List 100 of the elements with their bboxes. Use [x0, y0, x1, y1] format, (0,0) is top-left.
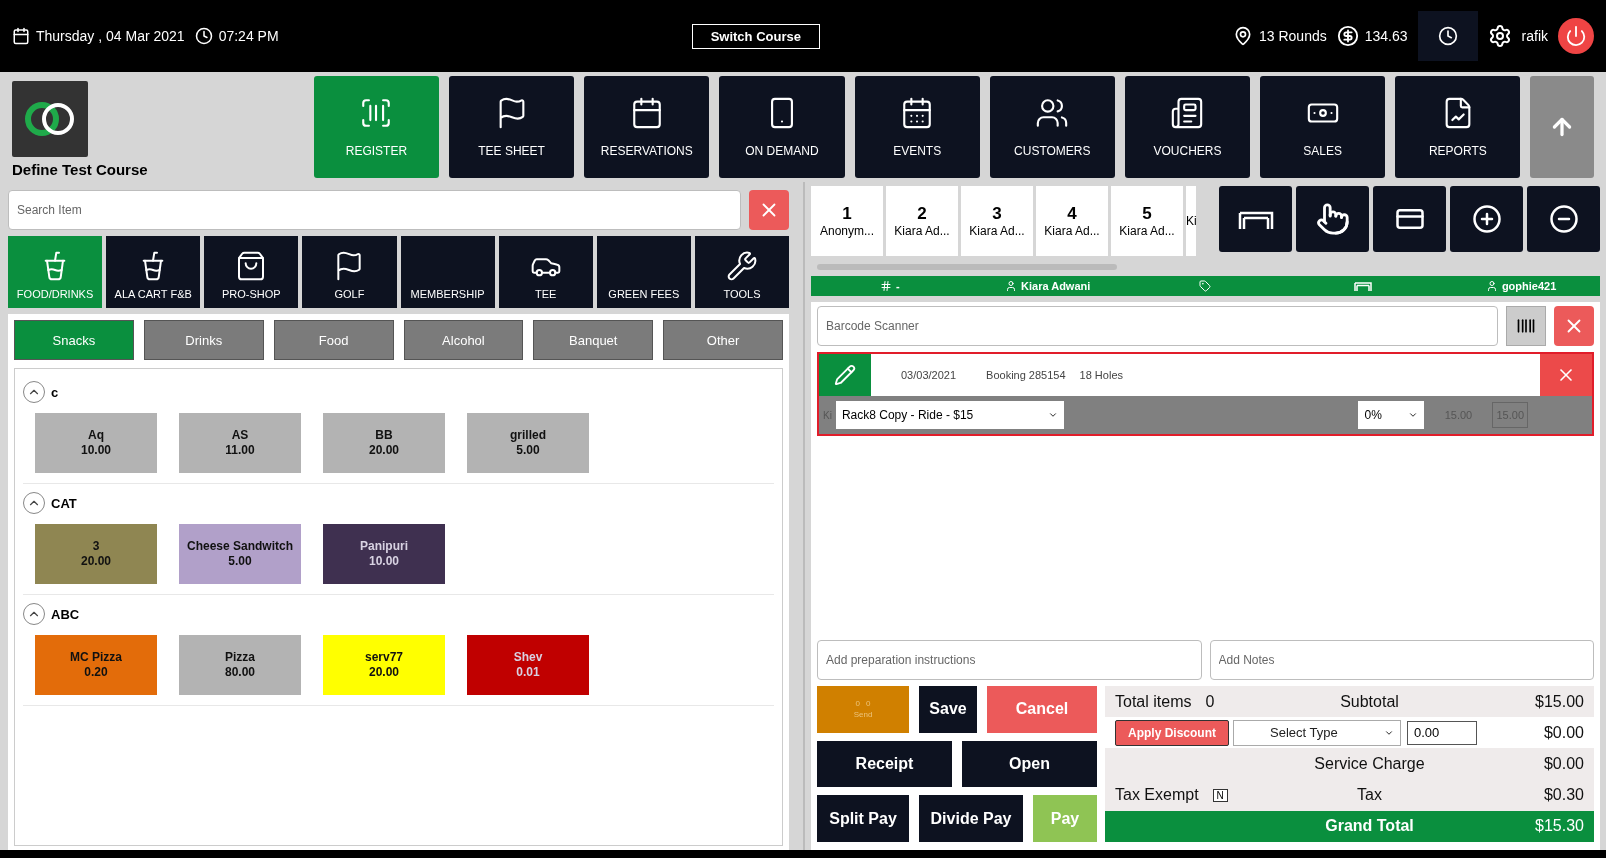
player-name: Kiara Ad...: [1119, 224, 1175, 238]
switch-course-button[interactable]: Switch Course: [691, 23, 820, 49]
settings-icon[interactable]: [1487, 24, 1512, 48]
clear-button[interactable]: [1554, 306, 1594, 346]
subcategory-tab[interactable]: Alcohol: [403, 320, 524, 360]
plus-icon: [1471, 204, 1502, 234]
table-icon: [1353, 280, 1374, 292]
nav-button[interactable]: ON DEMAND: [719, 76, 845, 178]
collapse-toggle[interactable]: [23, 381, 45, 403]
course-name: Define Test Course: [12, 161, 149, 178]
clock-button[interactable]: [1417, 11, 1478, 61]
edit-button[interactable]: [819, 354, 871, 396]
tax-label: Tax: [1357, 786, 1382, 805]
save-button[interactable]: Save: [919, 686, 977, 733]
balance-text: 134.63: [1336, 25, 1408, 47]
open-button[interactable]: Open: [962, 740, 1097, 788]
barcode-button[interactable]: [1506, 306, 1546, 346]
category-button[interactable]: ALA CART F&B: [106, 236, 201, 308]
user-name: rafik: [1521, 28, 1548, 44]
collapse-toggle[interactable]: [23, 603, 45, 625]
subcategory-tab[interactable]: Snacks: [14, 320, 134, 360]
item-tile[interactable]: 3 20.00: [35, 524, 157, 584]
item-tile[interactable]: AS 11.00: [179, 413, 301, 473]
customer-name: Kiara Adwani: [1005, 280, 1091, 292]
subcategory-tab[interactable]: Other: [663, 320, 783, 360]
item-tile[interactable]: BB 20.00: [323, 413, 445, 473]
ticket-number: -: [880, 280, 900, 292]
category-button[interactable]: GOLF: [302, 236, 397, 308]
preparation-field[interactable]: Add preparation instructions: [817, 640, 1202, 680]
category-button[interactable]: TOOLS: [694, 236, 789, 308]
nav-button[interactable]: EVENTS: [854, 76, 980, 178]
player-name: Ki: [1186, 214, 1196, 228]
item-tile[interactable]: grilled 5.00: [467, 413, 589, 473]
power-button[interactable]: [1558, 18, 1594, 54]
table-button[interactable]: [1219, 186, 1292, 252]
barcode-icon: [1516, 316, 1536, 336]
player-tab[interactable]: 2 Kiara Ad...: [886, 186, 958, 256]
player-tab[interactable]: Ki: [1186, 186, 1196, 256]
tax-value: $0.30: [1543, 786, 1584, 805]
scrollbar[interactable]: [817, 264, 1117, 270]
nav-button[interactable]: CUSTOMERS: [989, 76, 1115, 178]
rounds-text: 13 Rounds: [1233, 26, 1327, 46]
item-tile[interactable]: MC Pizza 0.20: [35, 635, 157, 695]
remove-button[interactable]: [1527, 186, 1600, 252]
discount-dropdown[interactable]: 0%: [1358, 401, 1425, 429]
nav-button[interactable]: VOUCHERS: [1124, 76, 1251, 178]
tax-exempt-toggle[interactable]: N: [1212, 788, 1228, 802]
barcode-field[interactable]: Barcode Scanner: [817, 306, 1498, 346]
item-tile[interactable]: serv77 20.00: [323, 635, 445, 695]
player-tab[interactable]: 5 Kiara Ad...: [1111, 186, 1183, 256]
player-number: 3: [992, 204, 1002, 224]
total-items-value: 0: [1205, 692, 1215, 711]
logo-icon: [24, 99, 76, 139]
booking-date: 03/03/2021: [901, 369, 957, 381]
touch-button[interactable]: [1296, 186, 1369, 252]
search-field[interactable]: Search Item: [8, 190, 741, 230]
player-tab[interactable]: 4 Kiara Ad...: [1036, 186, 1108, 256]
send-count: 0: [866, 699, 871, 709]
category-button[interactable]: MEMBERSHIP: [400, 236, 495, 308]
add-button[interactable]: [1450, 186, 1523, 252]
category-button[interactable]: TEE: [498, 236, 593, 308]
subcategory-tab[interactable]: Drinks: [143, 320, 264, 360]
date-text: Thursday , 04 Mar 2021: [12, 27, 185, 45]
users-icon: [1035, 96, 1070, 130]
item-tile[interactable]: Pizza 80.00: [179, 635, 301, 695]
nav-button[interactable]: SALES: [1260, 76, 1386, 178]
dollar-icon: [1336, 25, 1359, 47]
player-name: Kiara Ad...: [969, 224, 1025, 238]
player-tab[interactable]: 3 Kiara Ad...: [961, 186, 1033, 256]
category-button[interactable]: GREEN FEES: [596, 236, 691, 308]
notes-field[interactable]: Add Notes: [1209, 640, 1594, 680]
subcategory-tab[interactable]: Food: [273, 320, 394, 360]
item-tile[interactable]: Cheese Sandwitch 5.00: [179, 524, 301, 584]
item-tile[interactable]: Panipuri 10.00: [323, 524, 445, 584]
clear-button[interactable]: [749, 190, 789, 230]
nav-button[interactable]: REPORTS: [1395, 76, 1521, 178]
category-button[interactable]: PRO-SHOP: [204, 236, 299, 308]
nav-button[interactable]: TEE SHEET: [449, 76, 575, 178]
group-title: ABC: [51, 606, 80, 622]
collapse-toggle[interactable]: [23, 492, 45, 514]
subcategory-tab[interactable]: Banquet: [533, 320, 654, 360]
minus-icon: [1548, 204, 1579, 234]
rate-dropdown[interactable]: Rack8 Copy - Ride - $15: [835, 401, 1064, 429]
split-pay-button[interactable]: Split Pay: [817, 795, 909, 842]
item-tile[interactable]: Shev 0.01: [467, 635, 589, 695]
player-tab[interactable]: 1 Anonym...: [811, 186, 883, 256]
nav-button[interactable]: RESERVATIONS: [584, 76, 710, 178]
receipt-button[interactable]: Receipt: [817, 740, 952, 788]
card-button[interactable]: [1373, 186, 1446, 252]
tax-exempt-label: Tax Exempt: [1115, 786, 1199, 805]
category-button[interactable]: FOOD/DRINKS: [8, 236, 103, 308]
item-tile[interactable]: Aq 10.00: [35, 413, 157, 473]
group-title: CAT: [51, 495, 77, 511]
discount-field[interactable]: 0.00: [1407, 720, 1477, 745]
hash-icon: [880, 280, 893, 292]
chevron-down-icon: [1408, 410, 1419, 420]
divide-pay-button[interactable]: Divide Pay: [919, 795, 1023, 842]
clock-icon: [1437, 26, 1458, 46]
discount-type-dropdown[interactable]: Select Type: [1233, 719, 1401, 746]
nav-button[interactable]: REGISTER: [313, 76, 440, 178]
